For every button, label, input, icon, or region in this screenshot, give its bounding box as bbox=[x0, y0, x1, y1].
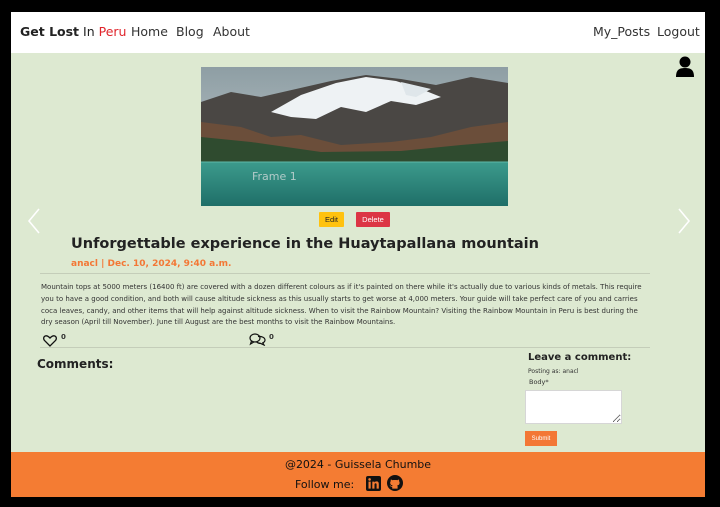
edit-button[interactable]: Edit bbox=[319, 212, 344, 227]
nav-blog[interactable]: Blog bbox=[176, 24, 204, 39]
chevron-right-icon[interactable] bbox=[677, 208, 691, 234]
delete-button[interactable]: Delete bbox=[356, 212, 390, 227]
comments-heading: Comments: bbox=[37, 357, 114, 371]
post-body: Mountain tops at 5000 meters (16400 ft) … bbox=[41, 283, 642, 327]
brand-logo[interactable]: Get Lost In Peru bbox=[20, 24, 126, 39]
nav-home[interactable]: Home bbox=[131, 24, 168, 39]
comments-icon bbox=[249, 331, 266, 347]
brand-in: In bbox=[79, 24, 99, 39]
submit-button[interactable]: Submit bbox=[525, 431, 557, 446]
nav-my-posts[interactable]: My_Posts bbox=[593, 24, 650, 39]
brand-country: Peru bbox=[98, 24, 127, 39]
navbar: Get Lost In Peru Home Blog About My_Post… bbox=[11, 12, 705, 53]
posting-as-label: Posting as: anacl bbox=[528, 368, 579, 375]
follow-label: Follow me: bbox=[295, 478, 355, 491]
post-meta: anacl | Dec. 10, 2024, 9:40 a.m. bbox=[71, 259, 232, 269]
like-count: 0 bbox=[61, 333, 66, 341]
divider bbox=[40, 273, 650, 274]
brand-name: Get Lost bbox=[20, 24, 80, 39]
github-icon[interactable] bbox=[387, 475, 403, 491]
comment-form-heading: Leave a comment: bbox=[528, 352, 632, 363]
user-icon[interactable] bbox=[675, 56, 695, 78]
comment-body-input[interactable] bbox=[525, 390, 622, 424]
chevron-left-icon[interactable] bbox=[27, 208, 41, 234]
footer: @2024 - Guissela Chumbe Follow me: bbox=[11, 452, 705, 497]
nav-logout[interactable]: Logout bbox=[657, 24, 700, 39]
copyright: @2024 - Guissela Chumbe bbox=[284, 458, 432, 471]
carousel-image: Frame 1 bbox=[201, 67, 508, 206]
nav-about[interactable]: About bbox=[213, 24, 250, 39]
carousel-caption: Frame 1 bbox=[252, 170, 297, 183]
heart-icon[interactable] bbox=[43, 332, 57, 347]
divider bbox=[40, 347, 650, 348]
comments-count: 0 bbox=[269, 333, 274, 341]
body-label: Body* bbox=[529, 378, 549, 386]
linkedin-icon[interactable] bbox=[366, 476, 381, 491]
page: Get Lost In Peru Home Blog About My_Post… bbox=[11, 12, 705, 497]
post-title: Unforgettable experience in the Huaytapa… bbox=[71, 236, 539, 252]
